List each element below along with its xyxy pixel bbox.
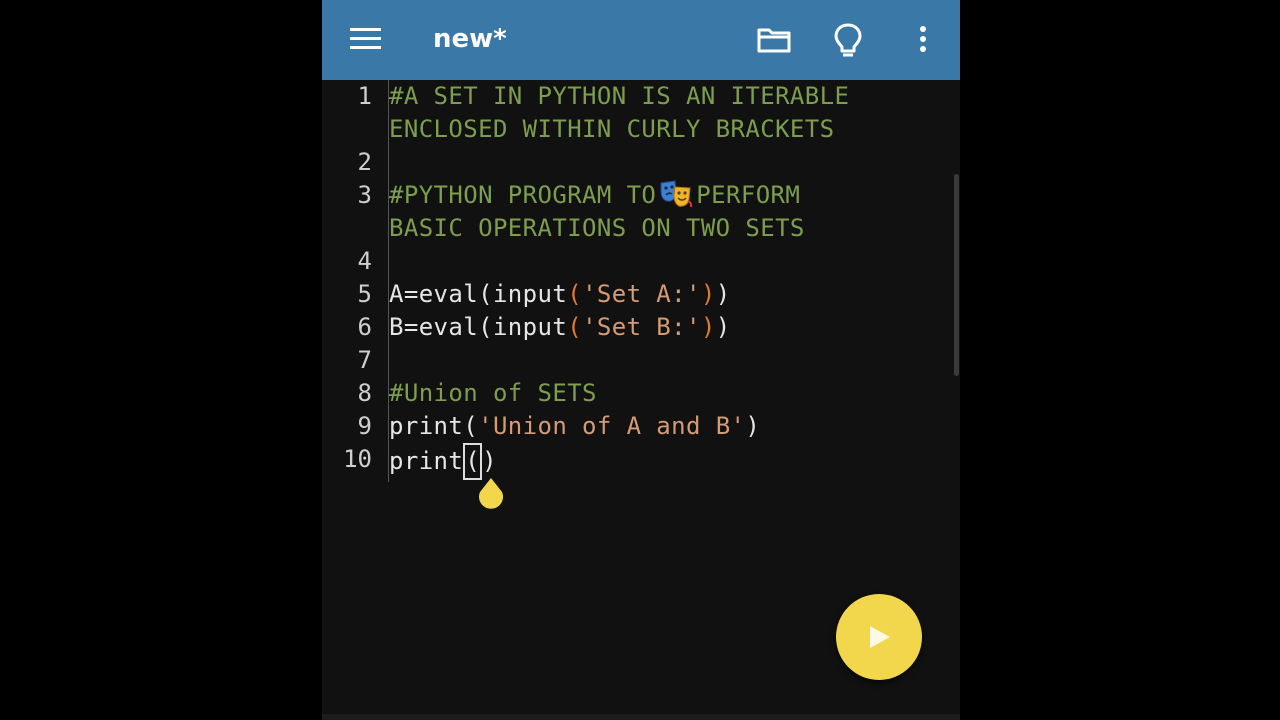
code-paren: ) bbox=[700, 313, 716, 341]
code-text: ) bbox=[482, 447, 497, 475]
line-number: 9 bbox=[357, 412, 372, 440]
code-line-5: A=eval(input('Set A:')) bbox=[389, 278, 731, 311]
code-string: 'Set A:' bbox=[582, 280, 701, 308]
more-vert-icon bbox=[920, 26, 926, 52]
code-line-9: print('Union of A and B') bbox=[389, 410, 760, 443]
more-options-button[interactable] bbox=[902, 18, 946, 62]
code-line-3-wrap: BASIC OPERATIONS ON TWO SETS bbox=[389, 214, 805, 242]
play-icon bbox=[870, 626, 890, 648]
line-number: 1 bbox=[357, 82, 372, 110]
code-text: print( bbox=[389, 412, 479, 440]
vertical-scrollbar[interactable] bbox=[954, 174, 959, 376]
code-string: 'Set B:' bbox=[582, 313, 701, 341]
code-paren: ( bbox=[567, 313, 583, 341]
code-text: print bbox=[389, 447, 464, 475]
code-paren: ( bbox=[567, 280, 583, 308]
code-text: ) bbox=[745, 412, 761, 440]
line-number: 6 bbox=[357, 313, 372, 341]
menu-icon bbox=[350, 28, 381, 49]
app-bar: new* bbox=[322, 0, 960, 80]
line-number: 3 bbox=[357, 181, 372, 209]
lightbulb-icon bbox=[834, 23, 862, 57]
caret-handle[interactable] bbox=[475, 478, 507, 510]
code-text: A=eval(input bbox=[389, 280, 568, 308]
code-line-1-wrap: ENCLOSED WITHIN CURLY BRACKETS bbox=[389, 115, 835, 143]
code-line-8: #Union of SETS bbox=[389, 379, 597, 407]
code-paren: ) bbox=[700, 280, 716, 308]
code-text: ) bbox=[715, 280, 731, 308]
line-number: 5 bbox=[357, 280, 372, 308]
code-text: PERFORM bbox=[696, 181, 801, 209]
code-line-6: B=eval(input('Set B:')) bbox=[389, 311, 731, 344]
code-text: ) bbox=[715, 313, 731, 341]
code-string: 'Union of A and B' bbox=[478, 412, 746, 440]
menu-button[interactable] bbox=[344, 22, 386, 58]
code-line-10: print() bbox=[389, 443, 497, 480]
code-line-1: #A SET IN PYTHON IS AN ITERABLE bbox=[389, 82, 850, 110]
line-number: 2 bbox=[357, 148, 372, 176]
bottom-edge bbox=[322, 714, 960, 720]
line-number: 10 bbox=[343, 445, 372, 473]
file-title: new* bbox=[433, 24, 507, 54]
code-line-3: #PYTHON PROGRAM TO PERFORM bbox=[389, 179, 800, 212]
line-number: 8 bbox=[357, 379, 372, 407]
line-number: 4 bbox=[357, 247, 372, 275]
performing-arts-icon bbox=[658, 179, 694, 209]
open-folder-button[interactable] bbox=[752, 18, 796, 62]
text-cursor-box: ( bbox=[463, 443, 483, 480]
line-number: 7 bbox=[357, 346, 372, 374]
code-text: #PYTHON PROGRAM TO bbox=[389, 181, 657, 209]
code-text: B=eval(input bbox=[389, 313, 568, 341]
editor-screen: new* 1 2 3 4 5 6 7 8 9 10 #A SET IN PYTH… bbox=[322, 0, 960, 720]
caret-handle-icon bbox=[479, 478, 503, 509]
folder-icon bbox=[757, 28, 791, 53]
run-button[interactable] bbox=[836, 594, 922, 680]
hint-button[interactable] bbox=[826, 18, 870, 62]
